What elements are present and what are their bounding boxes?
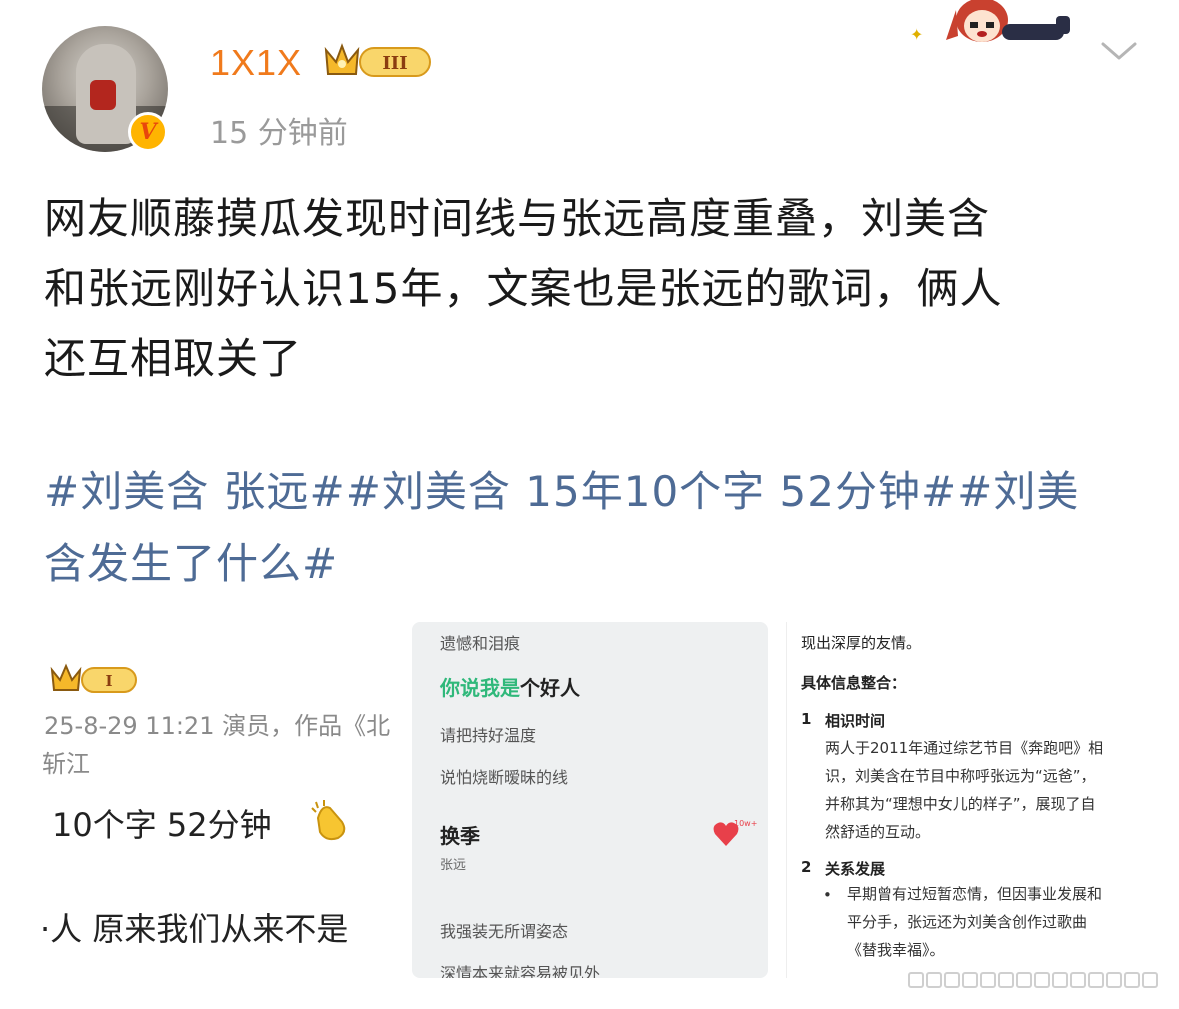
chevron-down-icon[interactable] (1098, 36, 1140, 66)
info-heading: 具体信息整合： (801, 674, 907, 692)
heart-like-icon[interactable]: 10w+ (712, 818, 760, 848)
lyric-highlight-rest: 个好人 (520, 676, 580, 700)
section-number: 2 (801, 858, 812, 876)
section-body: 并称其为“理想中女儿的样子”，展现了自 (825, 795, 1096, 813)
crown-level-badge-icon: I (50, 663, 137, 693)
song-artist: 张远 (440, 858, 467, 873)
post-image-1[interactable]: I 25-8-29 11:21 演员，作品《北 斩江 10个字 52分钟 ·人 … (40, 622, 402, 978)
section-bullet-text: 平分手，张远还为刘美含创作过歌曲 (847, 913, 1088, 931)
svg-text:✦: ✦ (910, 25, 923, 44)
crown-level-badge-icon: III (324, 43, 431, 77)
section-title: 相识时间 (825, 712, 886, 730)
section-bullet-text: 早期曾有过短暂恋情，但因事业发展和 (847, 885, 1103, 903)
section-title: 关系发展 (825, 860, 886, 878)
section-body: 识，刘美含在节目中称呼张远为“远爸”， (825, 767, 1096, 785)
svg-text:I: I (105, 672, 112, 690)
post-timestamp: 15 分钟前 (210, 116, 348, 151)
lyric-line: 请把持好温度 (440, 726, 537, 745)
hashtag-line[interactable]: #刘美含 张远##刘美含 15年10个字 52分钟##刘美 (44, 456, 1144, 528)
image1-big-text: 10个字 52分钟 (52, 806, 272, 844)
hashtags[interactable]: #刘美含 张远##刘美含 15年10个字 52分钟##刘美 含发生了什么# (44, 456, 1144, 600)
clapping-hands-icon (311, 800, 346, 841)
bullet: • (823, 886, 832, 904)
section-body: 两人于2011年通过综艺节目《奔跑吧》相 (825, 739, 1104, 757)
info-line: 现出深厚的友情。 (801, 634, 922, 652)
section-number: 1 (801, 710, 812, 728)
post-text-line: 还互相取关了 (44, 334, 303, 383)
image1-location: 斩江 (42, 750, 90, 778)
post-image-2[interactable]: 遗憾和泪痕 你说我是个好人 请把持好温度 说怕烧断暧昧的线 换季 张远 10w+… (412, 622, 768, 978)
lyric-line: 深情本来就容易被见外 (440, 964, 601, 978)
anime-girl-sticker-icon: ✦ (910, 0, 1070, 44)
username[interactable]: 1X1X (210, 42, 302, 84)
lyric-highlight: 你说我是个好人 (440, 672, 580, 701)
post-text-line: 和张远刚好认识15年，文案也是张远的歌词，俩人 (44, 264, 1003, 313)
verified-badge-icon: V (128, 112, 168, 152)
avatar[interactable]: V (42, 26, 168, 152)
post-text-line: 网友顺藤摸瓜发现时间线与张远高度重叠，刘美含 (44, 194, 991, 243)
post-text: 网友顺藤摸瓜发现时间线与张远高度重叠，刘美含 和张远刚好认识15年，文案也是张远… (44, 184, 1144, 394)
lyric-line: 遗憾和泪痕 (440, 634, 521, 653)
level-label: III (382, 53, 407, 74)
watermark (908, 960, 1170, 1000)
svg-text:10w+: 10w+ (734, 819, 757, 828)
hashtag-line[interactable]: 含发生了什么# (44, 528, 1144, 600)
lyric-highlight-green: 你说我是 (440, 676, 520, 700)
song-title: 换季 (440, 824, 480, 848)
section-body: 然舒适的互动。 (825, 823, 931, 841)
lyric-line: 说怕烧断暧昧的线 (440, 768, 569, 787)
post-image-3[interactable]: 现出深厚的友情。 具体信息整合： 1 相识时间 两人于2011年通过综艺节目《奔… (786, 622, 1130, 978)
image1-bottom-text: ·人 原来我们从来不是 (40, 910, 349, 948)
lyric-line: 我强装无所谓姿态 (440, 922, 569, 941)
image1-meta: 25-8-29 11:21 演员，作品《北 (44, 712, 391, 740)
